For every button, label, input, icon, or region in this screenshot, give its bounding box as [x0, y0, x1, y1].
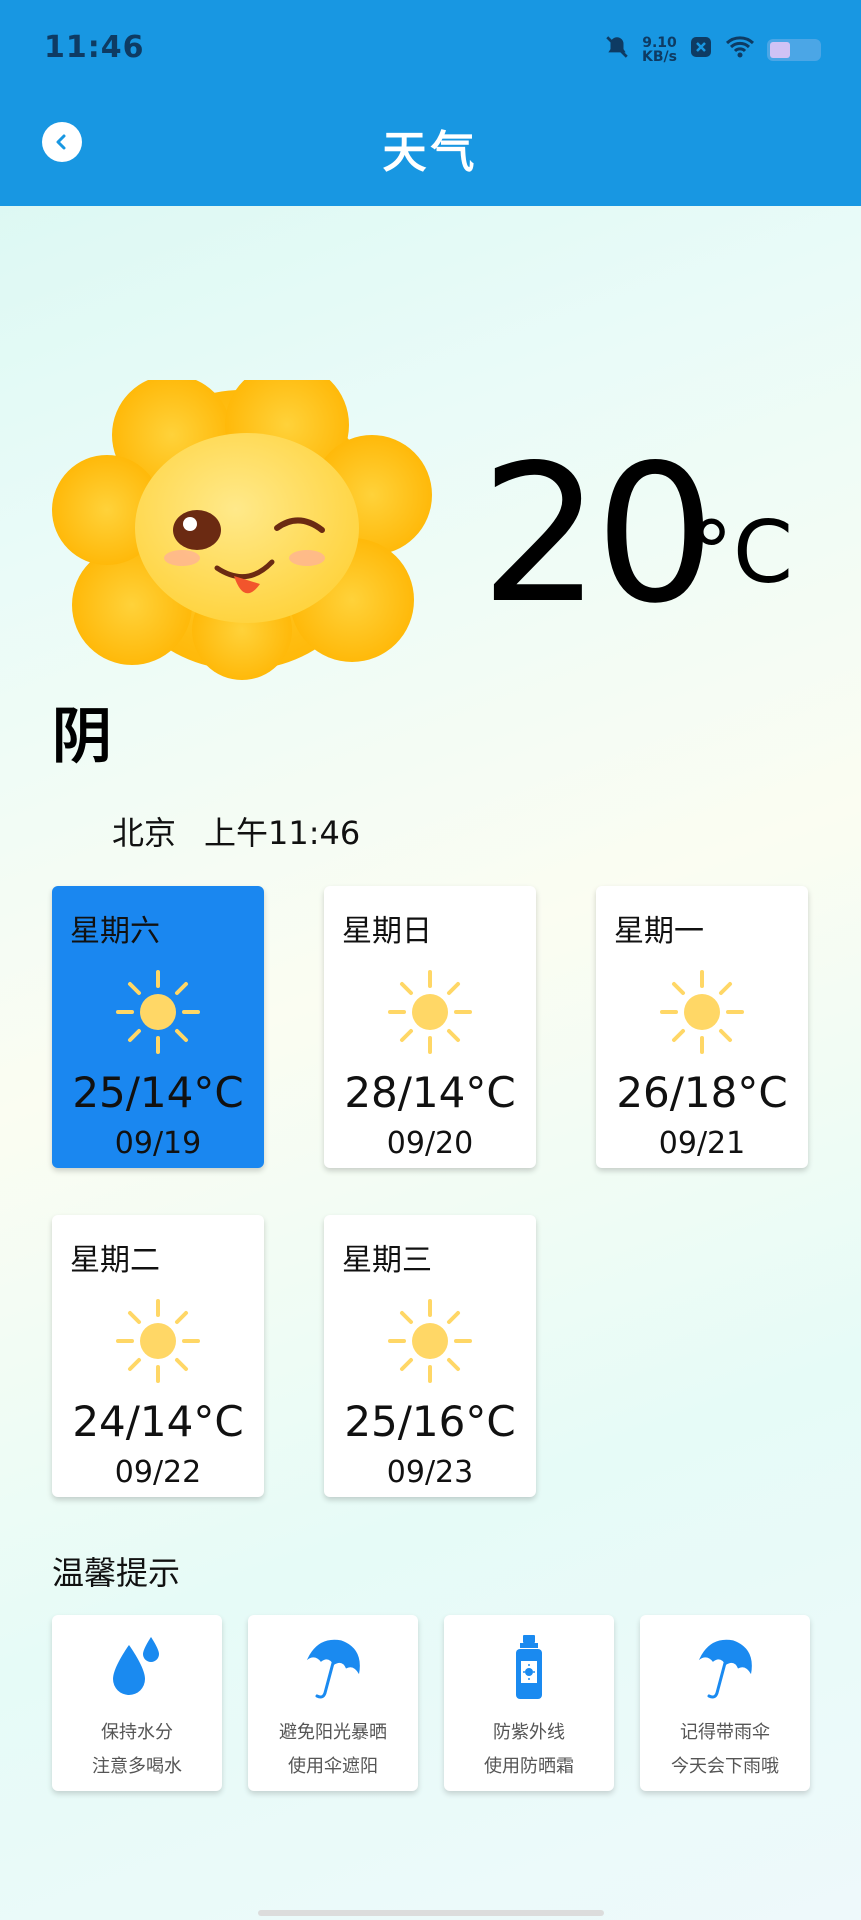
- forecast-card[interactable]: 星期二 24/14°C 09/22: [52, 1215, 264, 1497]
- status-time: 11:46: [44, 30, 145, 65]
- location-time: 北京 上午11:46: [112, 808, 360, 854]
- bell-mute-icon: [604, 34, 630, 66]
- winking-sun-illustration: [52, 380, 432, 680]
- tip-line2: 今天会下雨哦: [671, 1756, 779, 1777]
- sun-icon: [388, 970, 472, 1054]
- forecast-day: 星期日: [342, 914, 432, 949]
- forecast-card[interactable]: 星期日 28/14°C 09/20: [324, 886, 536, 1168]
- water-drops-icon: [113, 1637, 159, 1695]
- temperature-unit: °C: [690, 503, 794, 603]
- tip-card: 避免阳光暴晒 使用伞遮阳: [248, 1615, 418, 1791]
- forecast-date: 09/19: [114, 1126, 202, 1161]
- forecast-date: 09/20: [386, 1126, 474, 1161]
- forecast-temp: 25/16°C: [344, 1397, 516, 1446]
- home-indicator[interactable]: [258, 1910, 604, 1916]
- forecast-temp: 28/14°C: [344, 1068, 516, 1117]
- sun-icon: [116, 1299, 200, 1383]
- umbrella-icon: [698, 1639, 752, 1699]
- forecast-day: 星期二: [70, 1243, 160, 1278]
- city-name: 北京: [112, 814, 177, 852]
- tip-line1: 保持水分: [101, 1722, 173, 1743]
- tip-line2: 使用伞遮阳: [288, 1756, 378, 1777]
- status-icons: 9.10 KB/s: [604, 34, 821, 66]
- forecast-day: 星期三: [342, 1243, 432, 1278]
- tips-title: 温馨提示: [52, 1554, 181, 1592]
- page-title: 天气: [382, 127, 479, 178]
- tip-card: 防紫外线 使用防晒霜: [444, 1615, 614, 1791]
- sun-icon: [660, 970, 744, 1054]
- net-speed: 9.10 KB/s: [642, 36, 677, 64]
- tip-card: 记得带雨伞 今天会下雨哦: [640, 1615, 810, 1791]
- tip-line1: 记得带雨伞: [680, 1722, 770, 1743]
- forecast-temp: 25/14°C: [72, 1068, 244, 1117]
- net-speed-value: 9.10: [642, 35, 677, 51]
- tip-card: 保持水分 注意多喝水: [52, 1615, 222, 1791]
- tip-line2: 使用防晒霜: [484, 1756, 574, 1777]
- weather-condition: 阴: [52, 702, 112, 772]
- battery-icon: [767, 39, 821, 61]
- wifi-icon: [725, 35, 755, 65]
- sun-icon: [388, 1299, 472, 1383]
- net-speed-unit: KB/s: [642, 49, 677, 65]
- sun-icon: [116, 970, 200, 1054]
- umbrella-icon: [306, 1639, 360, 1699]
- current-temperature: 20: [480, 424, 716, 645]
- app-header: 11:46 9.10 KB/s 天气: [0, 0, 861, 206]
- tip-line1: 避免阳光暴晒: [279, 1722, 387, 1743]
- forecast-date: 09/22: [114, 1455, 202, 1490]
- sunscreen-bottle-icon: [516, 1635, 542, 1699]
- forecast-day: 星期六: [70, 914, 160, 949]
- forecast-date: 09/21: [658, 1126, 746, 1161]
- forecast-card[interactable]: 星期三 25/16°C 09/23: [324, 1215, 536, 1497]
- forecast-day: 星期一: [614, 914, 704, 949]
- tip-line1: 防紫外线: [493, 1722, 565, 1743]
- close-box-icon: [689, 35, 713, 65]
- forecast-temp: 24/14°C: [72, 1397, 244, 1446]
- update-time: 上午11:46: [204, 814, 361, 852]
- tip-line2: 注意多喝水: [92, 1756, 182, 1777]
- forecast-card[interactable]: 星期六 25/14°C 09/19: [52, 886, 264, 1168]
- forecast-date: 09/23: [386, 1455, 474, 1490]
- forecast-card[interactable]: 星期一 26/18°C 09/21: [596, 886, 808, 1168]
- forecast-temp: 26/18°C: [616, 1068, 788, 1117]
